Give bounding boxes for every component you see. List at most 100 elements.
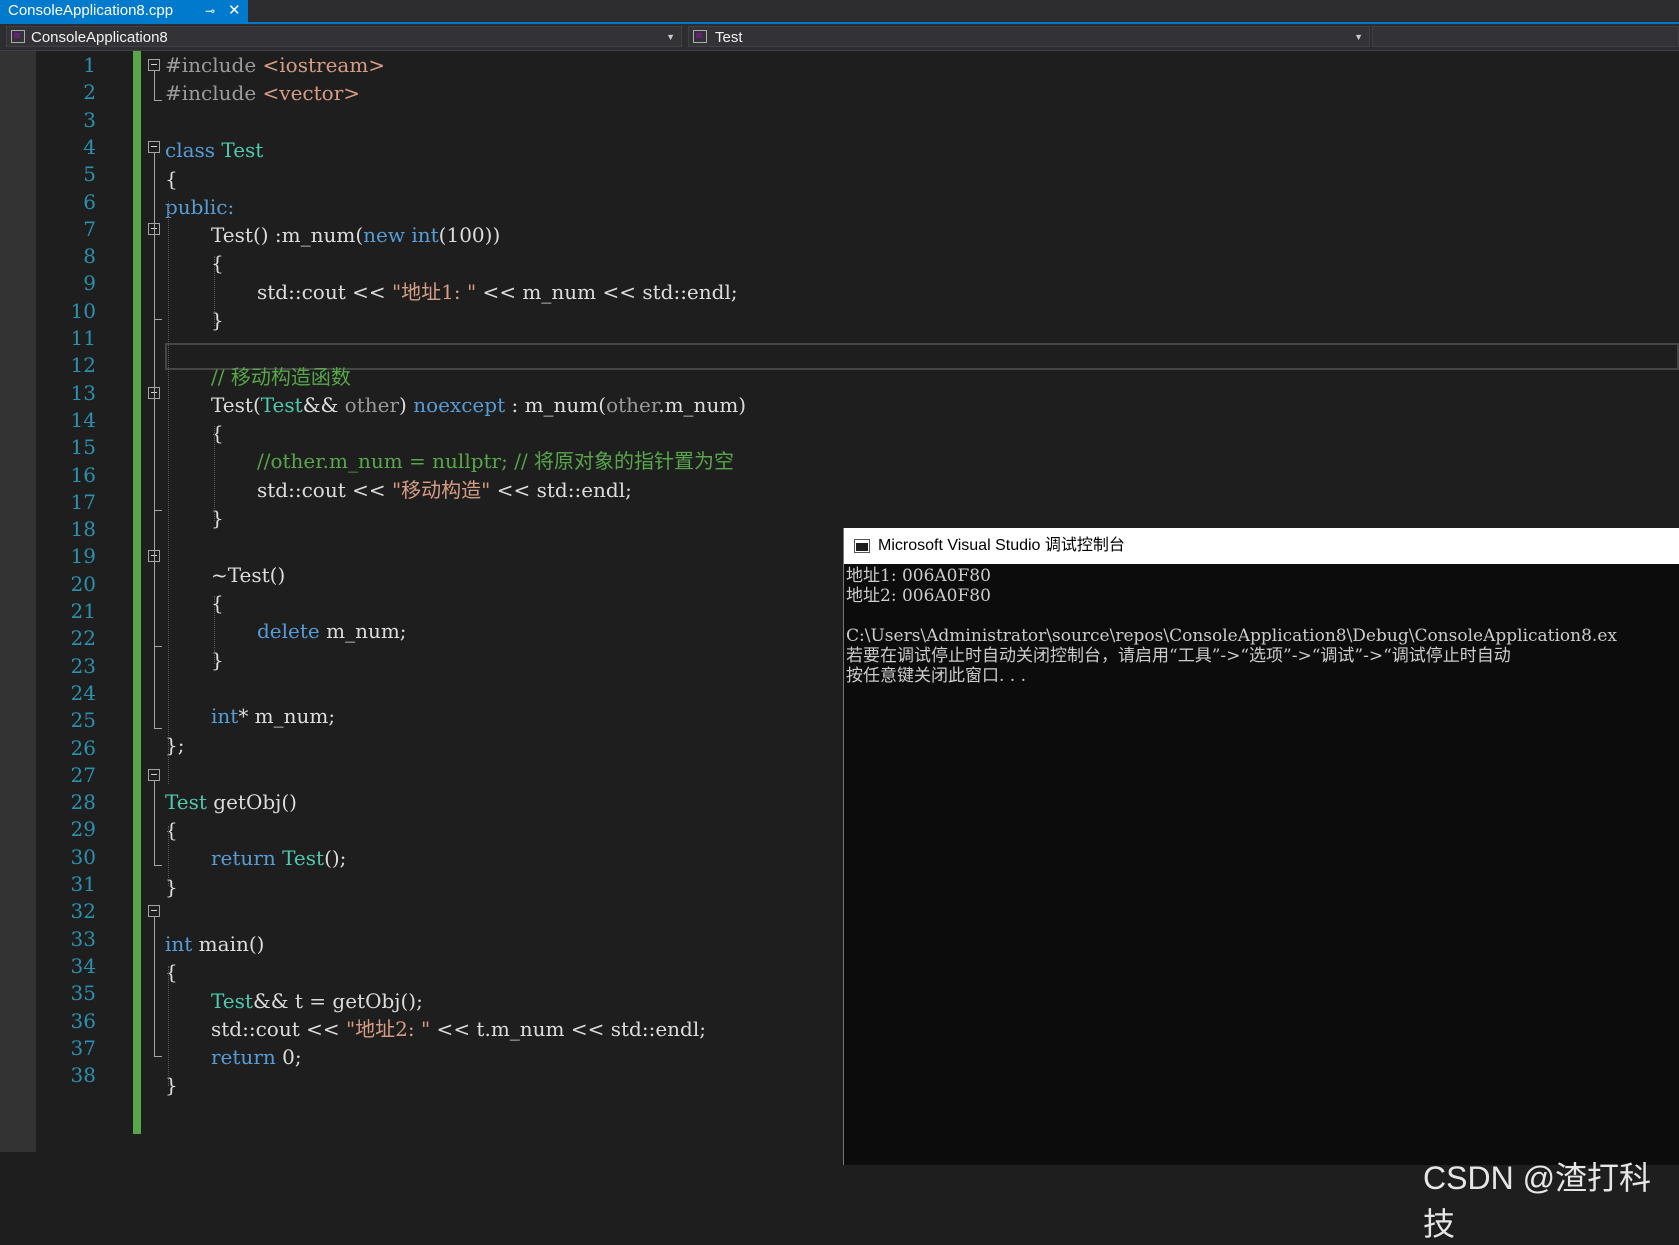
line-number: 22 <box>70 626 96 651</box>
include-header: <iostream> <box>262 53 386 77</box>
indent-guide <box>168 966 169 1086</box>
code-line-7: Test() :m_num(new int(100)) <box>211 221 500 250</box>
member-dropdown-value: Test <box>715 29 743 46</box>
code-fragment: () :m_num( <box>252 223 364 247</box>
line-number: 28 <box>70 790 96 815</box>
code-line-35: std::cout << "地址2: " << t.m_num << std::… <box>211 1015 706 1044</box>
line-number: 35 <box>70 981 96 1006</box>
code-line-8: { <box>211 251 224 275</box>
outline-bracket <box>154 917 155 1056</box>
console-output[interactable]: 地址1: 006A0F80 地址2: 006A0F80 C:\Users\Admin… <box>846 566 1678 686</box>
member-dropdown[interactable]: Test ▼ <box>688 26 1370 47</box>
string-literal: "移动构造" <box>391 478 491 502</box>
tab-consoleapplication8-cpp[interactable]: ConsoleApplication8.cpp ⊸ ✕ <box>0 0 248 22</box>
line-number: 17 <box>70 489 96 514</box>
function-name: Test <box>211 223 253 247</box>
pin-icon[interactable]: ⊸ <box>205 0 215 22</box>
collapse-icon[interactable] <box>148 768 160 781</box>
line-number-gutter: 1 2 3 4 5 6 7 8 9 10 11 12 13 14 15 16 17 18 19 20 21 22 23 24 2… <box>36 51 96 1152</box>
line-number: 4 <box>83 134 96 159</box>
outline-bracket <box>154 562 155 647</box>
code-fragment: std::cout << <box>257 478 392 502</box>
glyph-margin[interactable] <box>0 51 36 1152</box>
type-name: Test <box>282 846 325 870</box>
code-line-13: Test(Test&& other) noexcept : m_num(othe… <box>211 391 746 420</box>
code-line-2: #include <vector> <box>165 79 360 108</box>
code-fragment: std::cout << <box>211 1017 346 1041</box>
code-fragment: && <box>302 393 345 417</box>
indent-guide <box>214 256 215 326</box>
line-number: 33 <box>70 926 96 951</box>
code-line-5: { <box>165 167 178 191</box>
line-number: 6 <box>83 189 96 214</box>
keyword: return <box>211 1045 276 1069</box>
collapse-icon[interactable] <box>148 140 160 153</box>
code-line-15: //other.m_num = nullptr; // 将原对象的指针置为空 <box>257 449 735 473</box>
code-fragment: << std::endl; <box>490 478 632 502</box>
line-number: 36 <box>70 1008 96 1033</box>
code-line-37: } <box>165 1073 178 1097</box>
code-editor[interactable]: 1 2 3 4 5 6 7 8 9 10 11 12 13 14 15 16 17 18 19 20 21 22 23 24 2… <box>0 51 1679 1242</box>
outline-bracket-end <box>154 646 162 648</box>
code-line-20: { <box>211 591 224 615</box>
watermark: CSDN @渣打科技 <box>1423 1160 1652 1242</box>
chevron-down-icon: ▼ <box>1354 32 1363 42</box>
outline-bracket <box>154 234 155 319</box>
collapse-icon[interactable] <box>148 59 160 71</box>
keyword: int <box>211 704 239 728</box>
change-tracking-bar <box>133 51 141 1134</box>
outline-bracket-end <box>154 318 162 320</box>
navigation-bar: ConsoleApplication8 ▼ Test ▼ <box>0 24 1679 51</box>
parameter: other <box>344 393 400 417</box>
code-fragment: main() <box>192 932 265 956</box>
console-titlebar[interactable]: Microsoft Visual Studio 调试控制台 <box>844 528 1679 564</box>
line-number: 5 <box>83 162 96 187</box>
line-number: 25 <box>70 708 96 733</box>
code-fragment: m_num; <box>319 619 407 643</box>
code-line-33: { <box>165 960 178 984</box>
line-number: 13 <box>70 380 96 405</box>
close-icon[interactable]: ✕ <box>228 0 241 22</box>
indent-guide <box>214 596 215 664</box>
code-line-4: class Test <box>165 136 263 165</box>
code-line-21: delete m_num; <box>257 617 407 646</box>
code-fragment: * m_num; <box>238 704 336 728</box>
console-title: Microsoft Visual Studio 调试控制台 <box>878 537 1125 554</box>
preprocessor-directive: #include <box>165 81 263 105</box>
collapse-icon[interactable] <box>148 905 160 918</box>
keyword: int <box>411 223 439 247</box>
code-line-30: } <box>165 875 178 899</box>
project-icon <box>11 30 25 43</box>
code-fragment: (); <box>324 846 347 870</box>
keyword: noexcept <box>413 393 506 417</box>
project-dropdown-value: ConsoleApplication8 <box>31 29 168 46</box>
line-number: 24 <box>70 680 96 705</box>
line-number: 7 <box>83 216 96 241</box>
console-line: C:\Users\Administrator\source\repos\Cons… <box>846 626 1617 646</box>
code-line-36: return 0; <box>211 1043 302 1072</box>
code-line-22: } <box>211 648 224 672</box>
code-fragment: && t = getObj(); <box>252 989 423 1013</box>
keyword: new <box>363 223 405 247</box>
code-line-29: return Test(); <box>211 844 346 873</box>
code-line-10: } <box>211 308 224 332</box>
code-line-1: #include <iostream> <box>165 51 385 80</box>
line-number: 16 <box>70 462 96 487</box>
outline-bracket-end <box>154 100 162 102</box>
line-number: 29 <box>70 817 96 842</box>
line-number: 18 <box>70 517 96 542</box>
debug-console-window[interactable]: Microsoft Visual Studio 调试控制台 地址1: 006A0… <box>843 528 1679 1165</box>
tab-title: ConsoleApplication8.cpp <box>8 2 174 19</box>
string-literal: "地址1: " <box>391 280 477 304</box>
project-dropdown[interactable]: ConsoleApplication8 ▼ <box>6 26 682 47</box>
console-icon <box>854 539 870 553</box>
code-line-24: int* m_num; <box>211 702 335 731</box>
document-tab-strip: ConsoleApplication8.cpp ⊸ ✕ <box>0 0 1679 24</box>
line-number: 9 <box>83 271 96 296</box>
line-number: 32 <box>70 899 96 924</box>
function-dropdown[interactable] <box>1372 26 1679 47</box>
outline-bracket-end <box>154 1055 162 1057</box>
outline-bracket <box>154 71 155 101</box>
line-number: 2 <box>83 80 96 105</box>
